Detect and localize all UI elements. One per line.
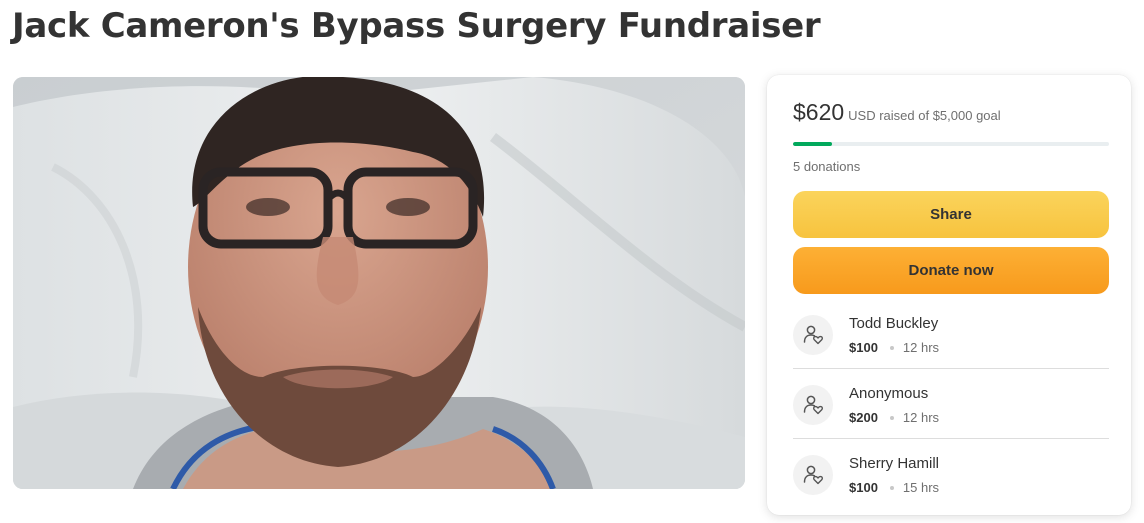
- divider: [793, 368, 1109, 369]
- donor-name: Sherry Hamill: [849, 455, 940, 472]
- separator-dot: [889, 485, 894, 490]
- progress-bar-fill: [793, 142, 833, 146]
- donor-heart-icon: [793, 455, 833, 495]
- divider: [793, 438, 1109, 439]
- donation-card: $620 USD raised of $5,000 goal 5 donation…: [767, 75, 1131, 515]
- donation-time: 12 hrs: [902, 410, 940, 425]
- donation-meta: $100 15 hrs: [849, 480, 939, 495]
- donor-name: Todd Buckley: [849, 315, 939, 332]
- donation-count: 5 donations: [793, 159, 861, 174]
- donor-heart-icon: [793, 315, 833, 355]
- donate-now-button[interactable]: Donate now: [793, 247, 1109, 294]
- donor-name: Anonymous: [849, 385, 929, 402]
- donation-item: Todd Buckley $100 12 hrs: [793, 313, 1109, 383]
- separator-dot: [889, 415, 894, 420]
- donation-item: Anonymous $200 12 hrs: [793, 383, 1109, 453]
- donation-item: Sherry Hamill $100 15 hrs: [793, 453, 1109, 523]
- amount-raised-summary: $620 USD raised of $5,000 goal: [793, 99, 1001, 126]
- goal-text: USD raised of $5,000 goal: [848, 108, 1001, 123]
- donation-time: 12 hrs: [902, 340, 940, 355]
- donation-amount: $200: [849, 410, 878, 425]
- campaign-photo-illustration: [13, 77, 745, 489]
- donation-meta: $200 12 hrs: [849, 410, 939, 425]
- donation-time: 15 hrs: [902, 480, 940, 495]
- progress-bar: [793, 142, 1109, 146]
- donor-heart-icon: [793, 385, 833, 425]
- amount-raised: $620: [793, 99, 845, 125]
- donation-meta: $100 12 hrs: [849, 340, 939, 355]
- share-button[interactable]: Share: [793, 191, 1109, 238]
- donation-amount: $100: [849, 480, 878, 495]
- page-title: Jack Cameron's Bypass Surgery Fundraiser: [12, 6, 821, 46]
- separator-dot: [889, 345, 894, 350]
- donation-amount: $100: [849, 340, 878, 355]
- campaign-photo[interactable]: [13, 77, 745, 489]
